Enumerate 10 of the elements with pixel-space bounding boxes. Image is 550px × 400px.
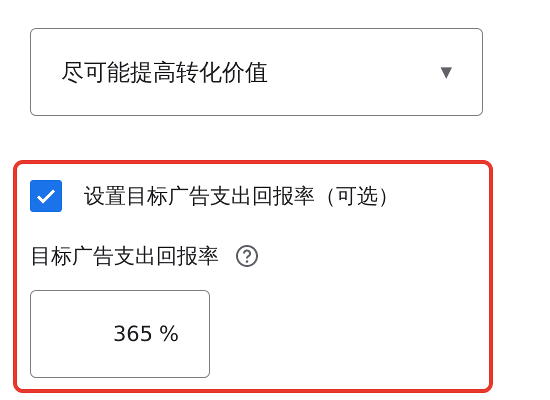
help-icon[interactable] — [235, 244, 259, 268]
field-label: 目标广告支出回报率 — [30, 243, 219, 270]
field-value: 365 — [112, 322, 154, 346]
checkbox[interactable] — [30, 180, 62, 212]
dropdown-value: 尽可能提高转化价值 — [61, 58, 268, 88]
roas-input-field[interactable]: 365 % — [30, 290, 210, 378]
percent-suffix: % — [159, 322, 179, 346]
checkbox-label: 设置目标广告支出回报率（可选） — [84, 183, 399, 210]
caret-icon: ▼ — [440, 63, 452, 81]
bid-strategy-dropdown[interactable]: 尽可能提高转化价值 ▼ — [30, 28, 483, 116]
